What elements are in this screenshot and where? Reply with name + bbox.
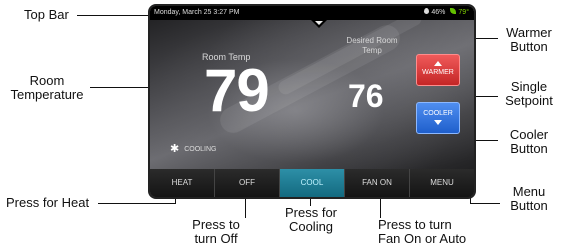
- callout-top-bar: Top Bar: [24, 7, 69, 22]
- callout-warmer-button: Warmer Button: [498, 26, 560, 54]
- setpoint-value: 76: [348, 78, 384, 114]
- cooler-button[interactable]: COOLER: [416, 102, 460, 134]
- callout-setpoint-l2: Setpoint: [505, 93, 553, 108]
- mode-status: ✱ COOLING: [170, 144, 217, 155]
- callout-fan-l1: Press to turn: [378, 217, 452, 232]
- callout-menu-l2: Button: [510, 198, 548, 213]
- outdoor-readout: 79°: [450, 6, 469, 20]
- cooler-label: COOLER: [423, 110, 453, 117]
- menu-button[interactable]: MENU: [410, 169, 474, 197]
- callout-cool-l2: Cooling: [288, 219, 334, 234]
- callout-press-to-turn-off: Press to turn Off: [186, 218, 246, 246]
- callout-room-temperature: Room Temperature: [4, 74, 90, 102]
- datetime: Monday, March 25 3:27 PM: [154, 9, 240, 16]
- callout-warmer-l1: Warmer: [506, 25, 552, 40]
- snowflake-icon: ✱: [170, 143, 180, 155]
- room-temperature: 79: [204, 57, 270, 124]
- callout-cool-l1: Press for: [284, 205, 337, 220]
- warmer-label: WARMER: [422, 69, 454, 76]
- callout-off-l2: turn Off: [194, 231, 238, 246]
- status-area: 46% 79°: [424, 6, 469, 20]
- callout-warmer-l2: Button: [510, 39, 548, 54]
- callout-press-for-heat: Press for Heat: [6, 195, 90, 210]
- setpoint-label: Desired Room Temp: [346, 36, 398, 55]
- thermostat-screen: Monday, March 25 3:27 PM 46% 79° Room Te…: [150, 6, 474, 197]
- bottom-button-bar: HEAT OFF COOL FAN ON MENU: [150, 169, 474, 197]
- callout-menu-button: Menu Button: [500, 185, 558, 213]
- callout-menu-l1: Menu: [512, 184, 546, 199]
- callout-room-temperature-l2: Temperature: [10, 87, 84, 102]
- callout-room-temperature-l1: Room: [29, 73, 65, 88]
- humidity-icon: [424, 8, 430, 14]
- warmer-button[interactable]: WARMER: [416, 54, 460, 86]
- callout-line-top-bar: [77, 15, 151, 16]
- arrow-down-icon: [434, 120, 442, 125]
- top-bar: Monday, March 25 3:27 PM 46% 79°: [150, 6, 474, 20]
- callout-off-l1: Press to: [192, 217, 240, 232]
- chevron-down-icon: [315, 21, 323, 25]
- callout-press-for-cooling: Press for Cooling: [278, 206, 344, 234]
- callout-line-menu-h: [470, 203, 500, 204]
- callout-press-fan: Press to turn Fan On or Auto: [378, 218, 466, 246]
- humidity-value: 46%: [431, 9, 446, 16]
- mode-status-text: COOLING: [184, 146, 217, 153]
- leaf-icon: [450, 8, 457, 14]
- off-button[interactable]: OFF: [215, 169, 280, 197]
- callout-cooler-button: Cooler Button: [498, 128, 560, 156]
- callout-cooler-l1: Cooler: [509, 127, 549, 142]
- callout-setpoint-l1: Single: [510, 79, 548, 94]
- callout-single-setpoint: Single Setpoint: [496, 80, 562, 108]
- heat-button[interactable]: HEAT: [150, 169, 215, 197]
- callout-line-heat-h: [98, 203, 175, 204]
- outdoor-temp: 79°: [458, 9, 469, 16]
- callout-cooler-l2: Button: [510, 141, 548, 156]
- humidity-readout: 46%: [424, 6, 445, 20]
- callout-fan-l2: Fan On or Auto: [378, 231, 467, 246]
- arrow-up-icon: [434, 61, 442, 66]
- fan-on-button[interactable]: FAN ON: [345, 169, 410, 197]
- cool-button[interactable]: COOL: [280, 169, 345, 197]
